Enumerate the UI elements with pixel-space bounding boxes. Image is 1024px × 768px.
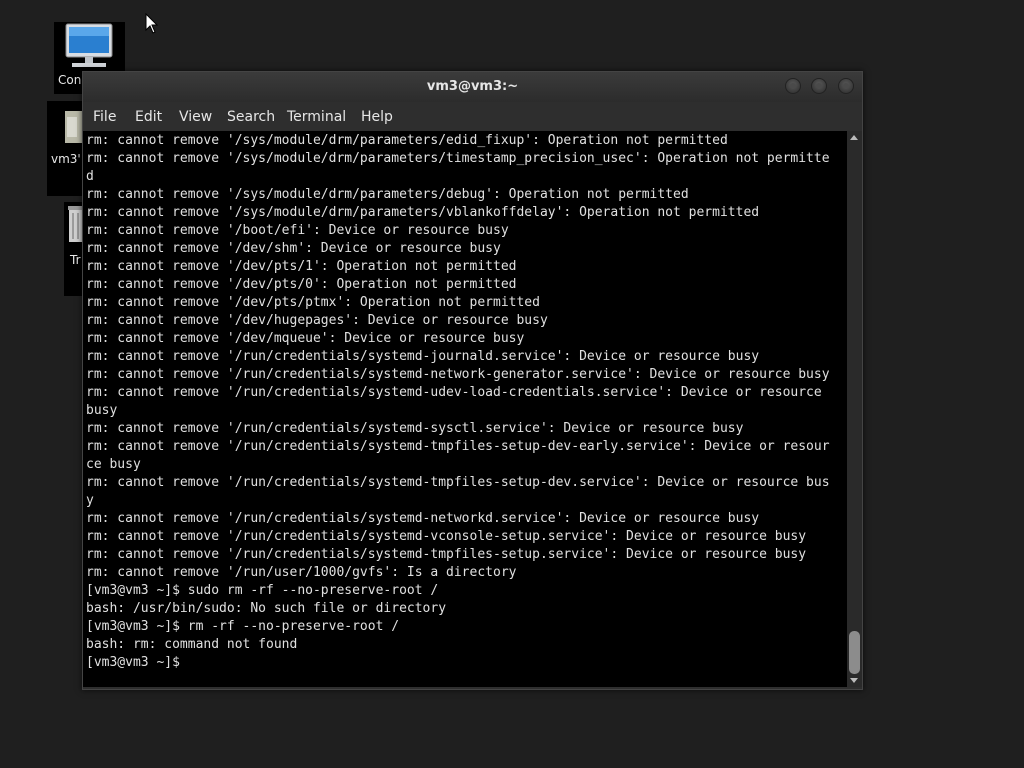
terminal-line: rm: cannot remove '/boot/efi': Device or…: [86, 223, 509, 238]
vertical-scrollbar[interactable]: [847, 131, 862, 687]
terminal-line: rm: cannot remove '/run/credentials/syst…: [86, 421, 744, 436]
minimize-button[interactable]: [785, 78, 801, 94]
scroll-up-arrow-icon[interactable]: [850, 135, 858, 140]
menu-bar: File Edit View Search Terminal Help: [83, 102, 862, 130]
close-button[interactable]: [838, 78, 854, 94]
terminal-line: [vm3@vm3 ~]$ rm -rf --no-preserve-root /: [86, 619, 400, 634]
scrollbar-thumb[interactable]: [849, 631, 860, 674]
desktop-icon-label: vm3': [51, 152, 81, 166]
mouse-cursor-icon: [145, 13, 159, 34]
menu-file[interactable]: File: [93, 109, 116, 125]
terminal-line: d: [86, 169, 94, 184]
terminal-line: rm: cannot remove '/run/credentials/syst…: [86, 439, 830, 454]
terminal-line: rm: cannot remove '/run/credentials/syst…: [86, 547, 807, 562]
menu-edit[interactable]: Edit: [135, 109, 162, 125]
menu-search[interactable]: Search: [227, 109, 275, 125]
terminal-line: bash: rm: command not found: [86, 637, 298, 652]
terminal-line: rm: cannot remove '/run/credentials/syst…: [86, 349, 760, 364]
terminal-line: [vm3@vm3 ~]$ sudo rm -rf --no-preserve-r…: [86, 583, 439, 598]
title-bar[interactable]: vm3@vm3:~: [83, 72, 862, 102]
terminal-line: rm: cannot remove '/run/user/1000/gvfs':…: [86, 565, 517, 580]
terminal-output[interactable]: rm: cannot remove '/sys/module/drm/param…: [83, 131, 847, 687]
terminal-line: rm: cannot remove '/dev/pts/0': Operatio…: [86, 277, 517, 292]
window-title: vm3@vm3:~: [426, 79, 519, 94]
home-folder-icon: [65, 111, 85, 143]
terminal-window[interactable]: vm3@vm3:~ File Edit View Search Terminal…: [82, 71, 863, 690]
terminal-line: rm: cannot remove '/dev/pts/1': Operatio…: [86, 259, 517, 274]
terminal-line: rm: cannot remove '/dev/shm': Device or …: [86, 241, 501, 256]
terminal-line: rm: cannot remove '/sys/module/drm/param…: [86, 133, 728, 148]
terminal-prompt-line: [vm3@vm3 ~]$: [86, 655, 180, 670]
terminal-line: rm: cannot remove '/sys/module/drm/param…: [86, 205, 760, 220]
maximize-button[interactable]: [811, 78, 827, 94]
text-cursor: [183, 656, 191, 671]
menu-help[interactable]: Help: [361, 109, 393, 125]
terminal-line: rm: cannot remove '/run/credentials/syst…: [86, 385, 822, 400]
menu-view[interactable]: View: [179, 109, 212, 125]
desktop-icon-home[interactable]: vm3': [47, 101, 85, 196]
terminal-line: rm: cannot remove '/run/credentials/syst…: [86, 529, 807, 544]
terminal-line: rm: cannot remove '/dev/mqueue': Device …: [86, 331, 525, 346]
terminal-line: bash: /usr/bin/sudo: No such file or dir…: [86, 601, 447, 616]
terminal-line: rm: cannot remove '/sys/module/drm/param…: [86, 151, 830, 166]
desktop-icon-label: Con: [58, 73, 82, 87]
terminal-line: rm: cannot remove '/dev/hugepages': Devi…: [86, 313, 548, 328]
scroll-down-arrow-icon[interactable]: [850, 678, 858, 683]
terminal-line: rm: cannot remove '/sys/module/drm/param…: [86, 187, 689, 202]
terminal-line: ce busy: [86, 457, 141, 472]
terminal-line: rm: cannot remove '/dev/pts/ptmx': Opera…: [86, 295, 540, 310]
terminal-line: y: [86, 493, 94, 508]
terminal-line: rm: cannot remove '/run/credentials/syst…: [86, 367, 830, 382]
desktop-icon-label: Tr: [70, 253, 81, 267]
terminal-line: busy: [86, 403, 118, 418]
menu-terminal[interactable]: Terminal: [287, 109, 346, 125]
terminal-line: rm: cannot remove '/run/credentials/syst…: [86, 511, 760, 526]
terminal-line: rm: cannot remove '/run/credentials/syst…: [86, 475, 830, 490]
